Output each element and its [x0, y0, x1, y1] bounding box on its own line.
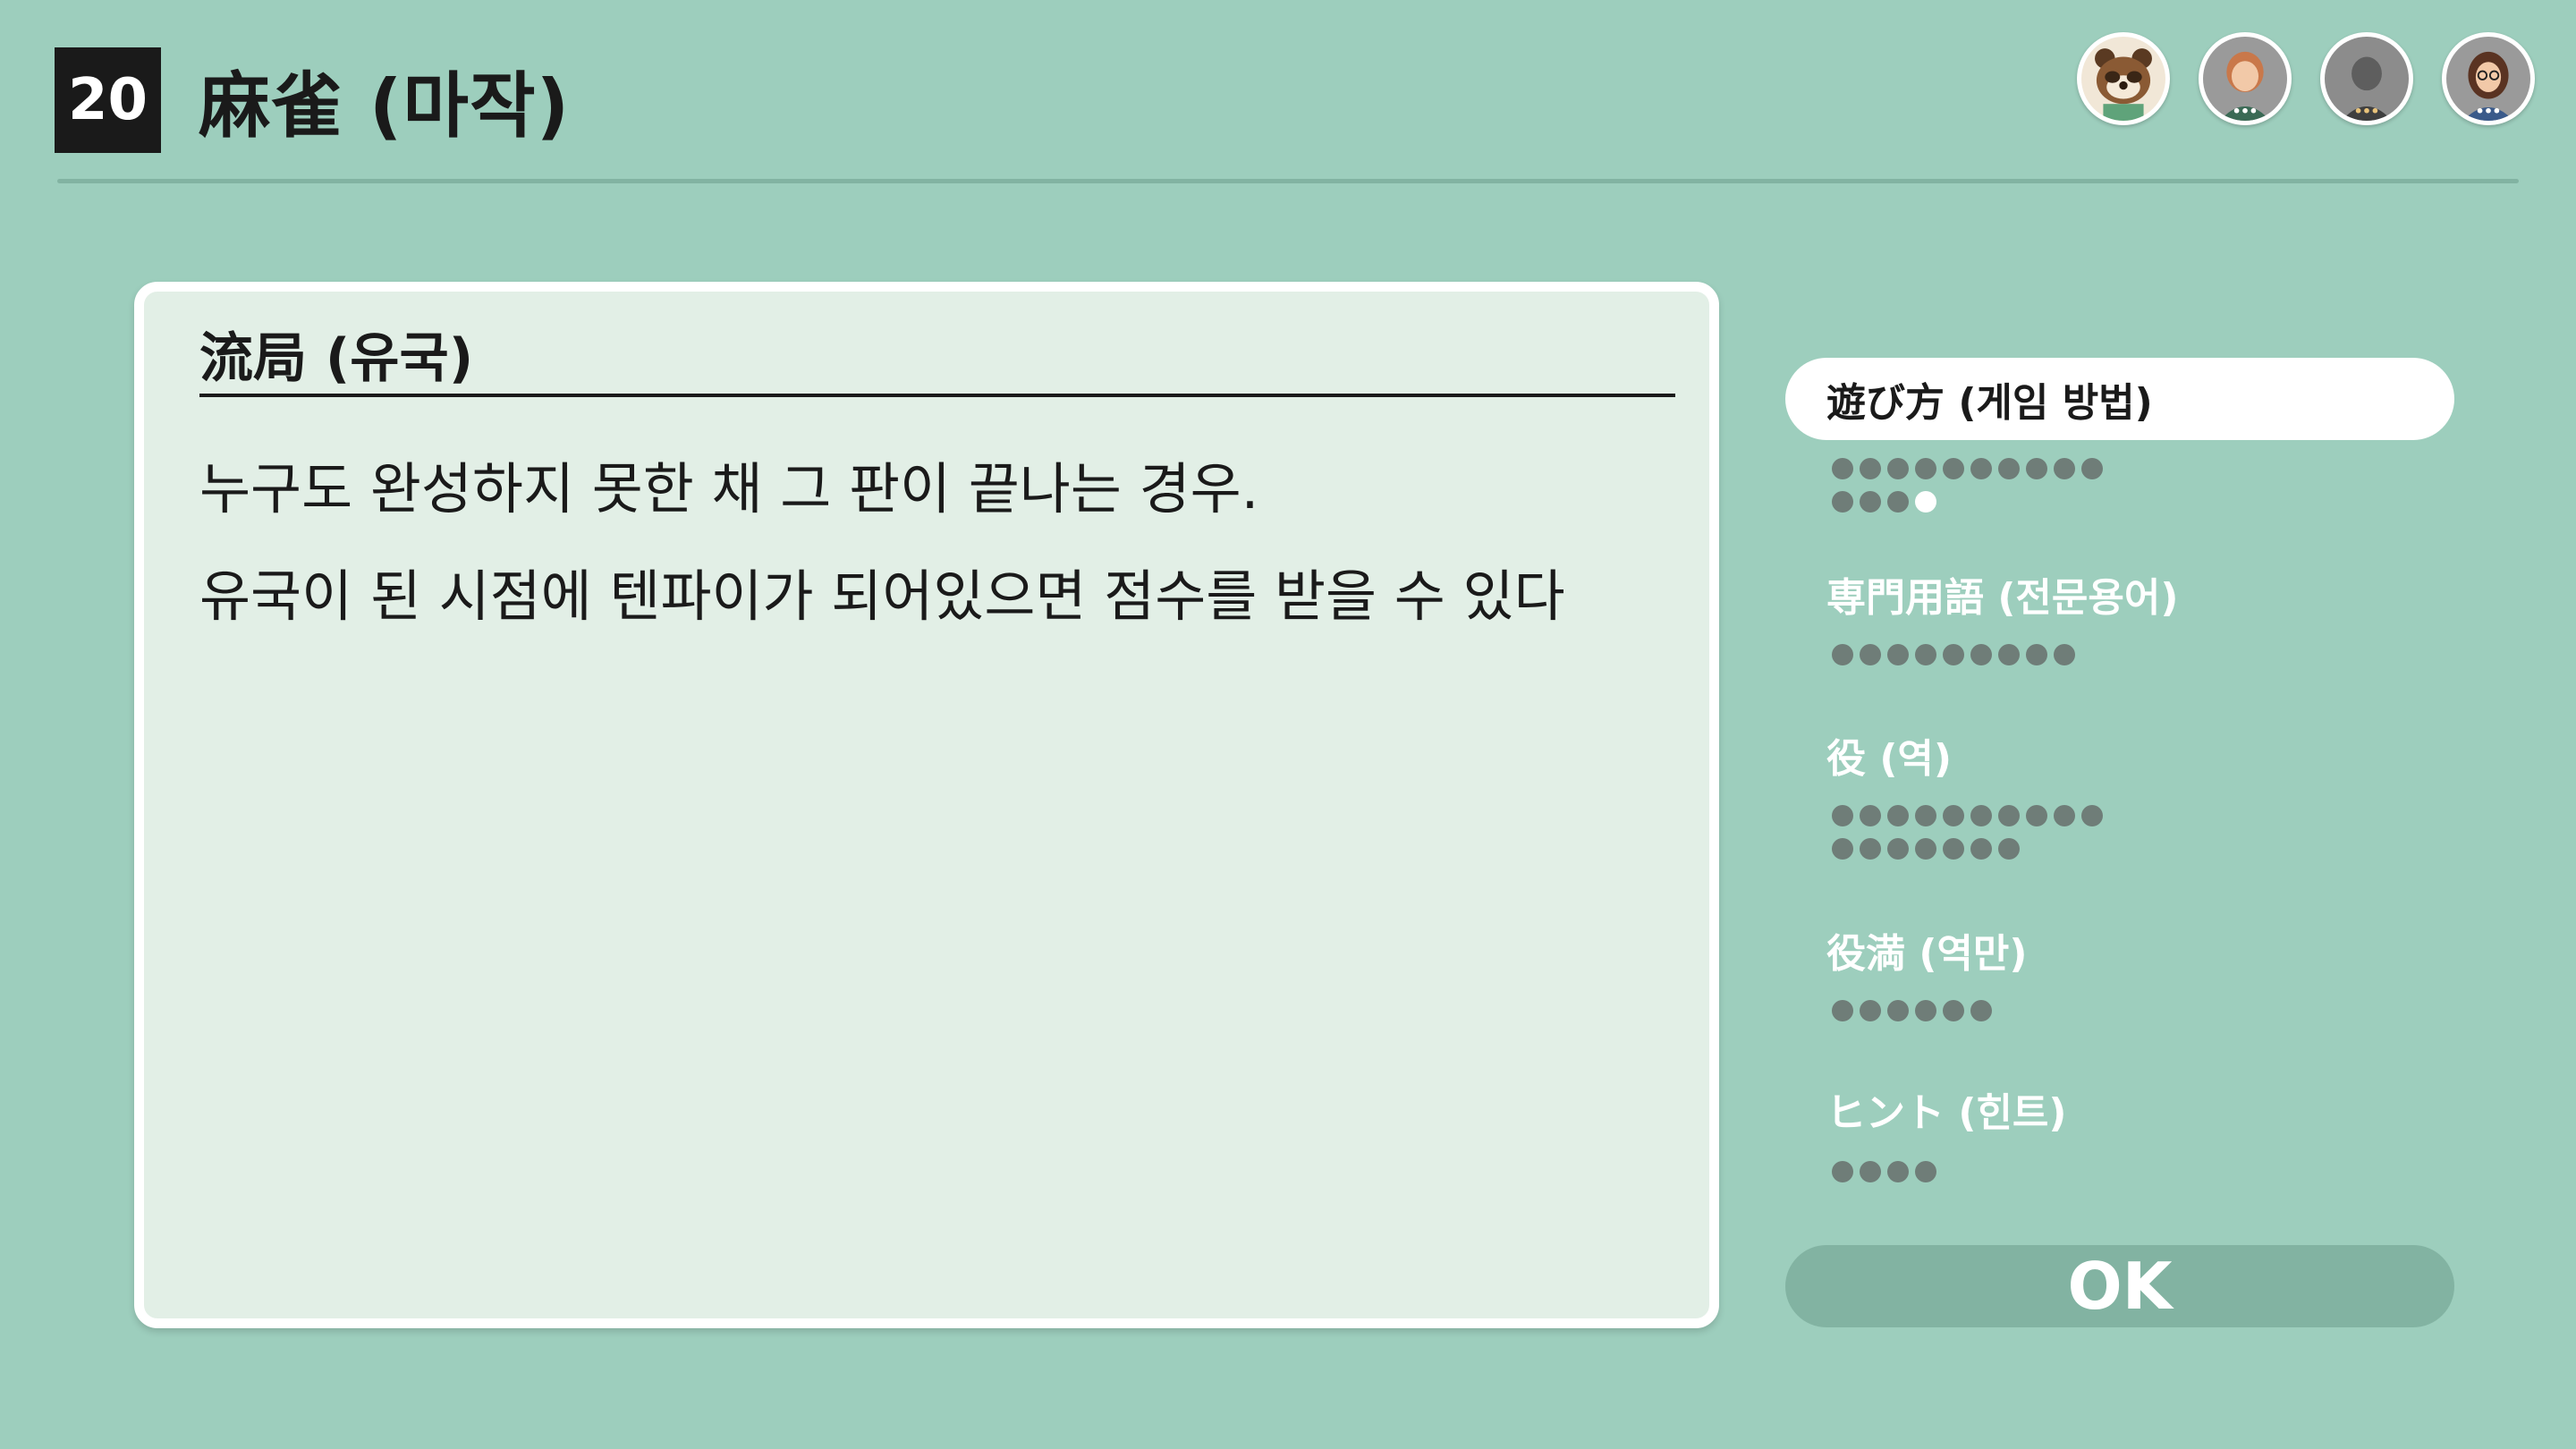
player-gray-silhouette-icon: [2320, 32, 2413, 125]
page-dot-row: [1832, 458, 2458, 491]
page-dot[interactable]: [1998, 458, 2020, 479]
page-dot[interactable]: [2054, 644, 2075, 665]
page-dot[interactable]: [1887, 644, 1909, 665]
page-dot[interactable]: [1915, 458, 1936, 479]
page-dot[interactable]: [1998, 838, 2020, 860]
page-dot[interactable]: [1887, 805, 1909, 826]
page-dot[interactable]: [2054, 805, 2075, 826]
page-dot[interactable]: [2026, 458, 2047, 479]
category-tab-yaku[interactable]: 役 (역): [1826, 726, 1952, 784]
page-dot[interactable]: [1970, 838, 1992, 860]
page-dot[interactable]: [1915, 1000, 1936, 1021]
page-dot-current[interactable]: [1915, 491, 1936, 513]
page-dot[interactable]: [1887, 1000, 1909, 1021]
ok-button[interactable]: OK: [1785, 1245, 2454, 1327]
page-dot[interactable]: [1832, 1161, 1853, 1182]
player-glasses-icon: [2442, 32, 2535, 125]
page-dot[interactable]: [1915, 1161, 1936, 1182]
page-dot[interactable]: [1998, 644, 2020, 665]
page-dot[interactable]: [1887, 838, 1909, 860]
page-dot[interactable]: [1860, 458, 1881, 479]
page-dots-hints: [1832, 1161, 2458, 1194]
card-title: 流局 (유국): [199, 327, 474, 390]
page-dot[interactable]: [1832, 458, 1853, 479]
page-dot[interactable]: [1860, 838, 1881, 860]
player-red-hair-icon: [2199, 32, 2292, 125]
category-tab-terms[interactable]: 専門用語 (전문용어): [1826, 565, 2178, 623]
page-dot[interactable]: [1943, 805, 1964, 826]
page-dot-row: [1832, 644, 2458, 677]
category-label: 遊び方 (게임 방법): [1826, 380, 2153, 426]
page-dot-row: [1832, 838, 2458, 871]
page-dot[interactable]: [1832, 644, 1853, 665]
page-dot[interactable]: [1860, 805, 1881, 826]
page-dot-row: [1832, 805, 2458, 838]
page-dot[interactable]: [1915, 805, 1936, 826]
header-divider: [57, 179, 2519, 183]
page-dot[interactable]: [1915, 838, 1936, 860]
page-dots-terms: [1832, 644, 2458, 677]
tanuki-shopkeeper-icon: [2077, 32, 2170, 125]
card-title-divider: [199, 394, 1675, 397]
category-tab-how-to-play[interactable]: 遊び方 (게임 방법): [1785, 358, 2454, 440]
page-dot[interactable]: [1832, 491, 1853, 513]
explanation-card: 流局 (유국) 누구도 완성하지 못한 채 그 판이 끝나는 경우. 유국이 된…: [134, 282, 1719, 1328]
page-dot[interactable]: [2081, 805, 2103, 826]
page-dot[interactable]: [1943, 644, 1964, 665]
category-tab-yakuman[interactable]: 役満 (역만): [1826, 921, 2028, 979]
page-dot[interactable]: [1943, 458, 1964, 479]
page-dot[interactable]: [1887, 458, 1909, 479]
page-dot[interactable]: [1887, 1161, 1909, 1182]
category-tab-hints[interactable]: ヒント (힌트): [1826, 1080, 2067, 1138]
page-dot[interactable]: [1887, 491, 1909, 513]
page-dot[interactable]: [1832, 838, 1853, 860]
page-dot[interactable]: [1832, 1000, 1853, 1021]
page-dot[interactable]: [1860, 491, 1881, 513]
card-text-line: 유국이 된 시점에 텐파이가 되어있으면 점수를 받을 수 있다: [199, 564, 1565, 629]
page-dot-row: [1832, 1161, 2458, 1194]
page-dot[interactable]: [1832, 805, 1853, 826]
page-dot[interactable]: [1970, 644, 1992, 665]
page-dot[interactable]: [1970, 805, 1992, 826]
page-dot[interactable]: [1860, 1161, 1881, 1182]
page-dot[interactable]: [2026, 805, 2047, 826]
page-dot[interactable]: [2054, 458, 2075, 479]
page-dot[interactable]: [1860, 644, 1881, 665]
page-dot[interactable]: [1970, 1000, 1992, 1021]
card-text-line: 누구도 완성하지 못한 채 그 판이 끝나는 경우.: [199, 456, 1259, 521]
page-dot[interactable]: [2026, 644, 2047, 665]
page-dot[interactable]: [1970, 458, 1992, 479]
page-dots-yaku: [1832, 805, 2458, 871]
page-dot[interactable]: [1998, 805, 2020, 826]
page-dot-row: [1832, 491, 2458, 524]
page-dot[interactable]: [2081, 458, 2103, 479]
page-dot[interactable]: [1915, 644, 1936, 665]
page-dot-row: [1832, 1000, 2458, 1033]
page-dot[interactable]: [1860, 1000, 1881, 1021]
page-dot[interactable]: [1943, 838, 1964, 860]
page-dots-yakuman: [1832, 1000, 2458, 1033]
page-dot[interactable]: [1943, 1000, 1964, 1021]
player-avatars: [0, 32, 2576, 131]
page-dots-how-to-play: [1832, 458, 2458, 524]
